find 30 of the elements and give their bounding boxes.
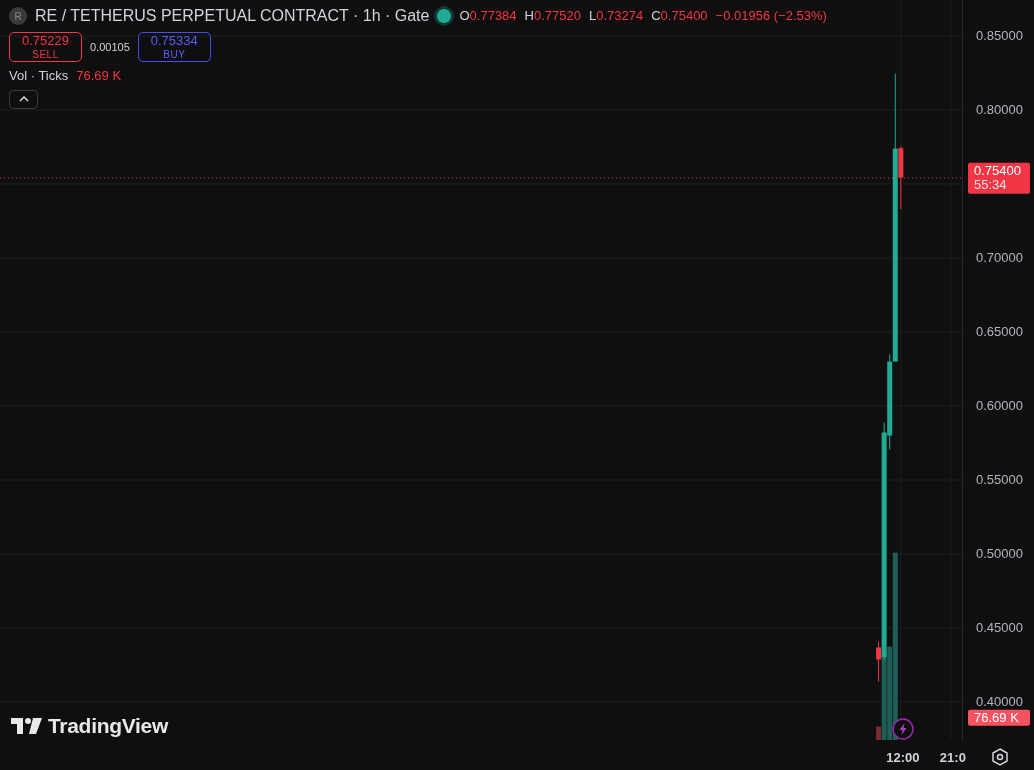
price-tick: 0.55000: [976, 471, 1023, 490]
volume-tag: 76.69 K: [968, 709, 1030, 727]
ohlc-value: L0.73274: [588, 7, 644, 26]
time-tick: 21:0: [939, 749, 966, 767]
spread-value: 0.00105: [90, 39, 130, 55]
lightning-icon[interactable]: [892, 718, 914, 740]
symbol-logo: R: [9, 7, 27, 25]
price-tick: 0.45000: [976, 619, 1023, 638]
ohlc-value: H0.77520: [524, 7, 581, 26]
volume-value: 76.69 K: [76, 67, 122, 86]
volume-label: Vol · Ticks: [9, 67, 69, 86]
price-tick: 0.40000: [976, 693, 1023, 712]
last-price-tag: 0.75400 55:34: [968, 162, 1030, 194]
price-tick: 0.50000: [976, 545, 1023, 564]
price-change: −0.01956 (−2.53%): [715, 7, 827, 26]
buy-button[interactable]: 0.75334 BUY: [137, 32, 211, 63]
price-tick: 0.70000: [976, 249, 1023, 268]
settings-icon[interactable]: [990, 747, 1010, 767]
price-tick: 0.65000: [976, 323, 1023, 342]
price-tick: 0.60000: [976, 397, 1023, 416]
collapse-button[interactable]: [9, 89, 38, 109]
tradingview-logo[interactable]: TradingView: [11, 710, 168, 742]
price-tick: 0.85000: [976, 27, 1023, 46]
ohlc-value: C0.75400: [651, 7, 708, 26]
chart-title[interactable]: RE / TETHERUS PERPETUAL CONTRACT · 1h · Gate: [35, 4, 430, 28]
time-tick: 12:00: [886, 749, 920, 767]
sell-button[interactable]: 0.75229 SELL: [9, 32, 82, 63]
chevron-up-icon: [18, 96, 29, 103]
price-tick: 0.80000: [976, 101, 1023, 120]
ohlc-value: O0.77384: [459, 7, 517, 26]
